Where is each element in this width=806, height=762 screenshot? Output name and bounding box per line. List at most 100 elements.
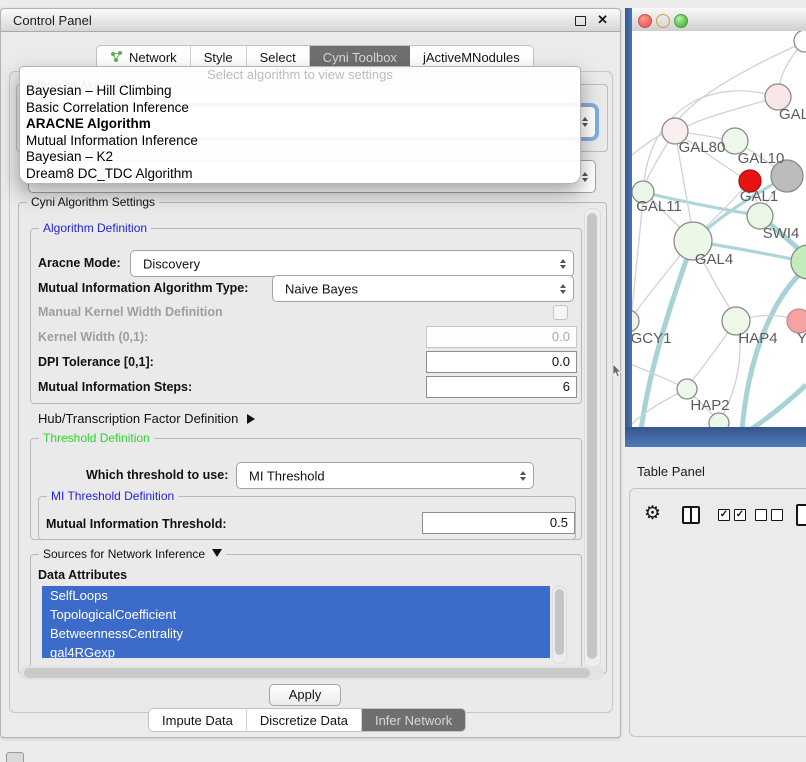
which-threshold-combobox[interactable]: MI Threshold	[236, 462, 534, 489]
combo-stepper-icon	[582, 172, 588, 182]
network-window-border	[625, 8, 632, 447]
control-panel-title: Control Panel	[13, 13, 92, 28]
minimized-window-icon[interactable]	[6, 752, 24, 762]
document-icon[interactable]	[796, 504, 806, 526]
aracne-mode-combobox[interactable]: Discovery	[130, 250, 574, 277]
attribute-item[interactable]: TopologicalCoefficient	[42, 605, 550, 624]
algorithm-option[interactable]: Bayesian – K2	[20, 149, 580, 166]
node-label: SWI4	[763, 225, 800, 242]
algorithm-option[interactable]: Mutual Information Inference	[20, 133, 580, 150]
combo-stepper-icon	[520, 471, 526, 481]
tab-network[interactable]: Network	[97, 46, 191, 68]
tab-impute-data[interactable]: Impute Data	[149, 709, 247, 731]
combo-stepper-icon	[582, 117, 588, 127]
mouse-cursor	[612, 364, 622, 378]
gear-icon[interactable]: ⚙	[644, 502, 661, 525]
tab-infer-network[interactable]: Infer Network	[362, 709, 465, 731]
tab-label: Cyni Toolbox	[323, 50, 397, 65]
tab-label: Network	[129, 50, 177, 65]
combo-stepper-icon	[560, 259, 566, 269]
algorithm-option[interactable]: Basic Correlation Inference	[20, 100, 580, 117]
apply-button[interactable]: Apply	[269, 684, 341, 706]
node-label: GAL4	[695, 251, 733, 268]
algorithm-definition-title: Algorithm Definition	[39, 221, 151, 235]
minimize-traffic-light[interactable]	[656, 14, 670, 28]
tab-label: Style	[204, 50, 233, 65]
node-label: GAL	[779, 106, 806, 123]
aracne-mode-value: Discovery	[143, 256, 200, 271]
data-attributes-list[interactable]: SelfLoopsTopologicalCoefficientBetweenne…	[42, 586, 550, 658]
mi-threshold-field[interactable]: 0.5	[422, 512, 575, 534]
tab-label: Select	[260, 50, 296, 65]
mi-type-value: Naive Bayes	[285, 281, 358, 296]
select-all-icon[interactable]: ✓✓	[718, 509, 746, 521]
zoom-traffic-light[interactable]	[674, 14, 688, 28]
mi-threshold-group-title: MI Threshold Definition	[47, 489, 178, 503]
settings-hscrollbar[interactable]	[20, 666, 603, 680]
tab-style[interactable]: Style	[191, 46, 247, 68]
expand-right-icon[interactable]	[247, 414, 255, 424]
close-traffic-light[interactable]	[638, 14, 652, 28]
network-window-titlebar[interactable]	[632, 8, 806, 32]
tab-jactivemnodules[interactable]: jActiveMNodules	[410, 46, 533, 68]
control-panel-window: Control Panel ✕ Network Style Select Cyn…	[0, 8, 621, 738]
tab-cyni-toolbox[interactable]: Cyni Toolbox	[310, 46, 410, 68]
network-node-hap2[interactable]	[677, 379, 697, 399]
control-panel-titlebar[interactable]: Control Panel ✕	[1, 9, 620, 32]
sources-title-text: Sources for Network Inference	[43, 547, 205, 561]
network-edge[interactable]	[632, 200, 643, 310]
settings-scrollbar-thumb[interactable]	[587, 213, 597, 659]
sources-group-title[interactable]: Sources for Network Inference	[39, 547, 226, 561]
settings-hscrollbar-thumb[interactable]	[24, 668, 590, 678]
attribute-item[interactable]: gal4RGexp	[42, 643, 550, 658]
float-window-icon[interactable]	[575, 16, 586, 26]
network-node-gcy1[interactable]	[632, 310, 639, 332]
network-node[interactable]	[794, 31, 806, 52]
collapse-down-icon[interactable]	[212, 549, 222, 557]
cyni-algorithm-settings-title: Cyni Algorithm Settings	[27, 195, 159, 209]
split-columns-icon[interactable]	[682, 506, 700, 524]
network-node[interactable]	[791, 245, 806, 279]
algorithm-list: Bayesian – Hill ClimbingBasic Correlatio…	[20, 83, 580, 182]
network-edge[interactable]	[742, 268, 806, 427]
deselect-all-icon[interactable]	[755, 509, 783, 521]
table-panel: ⚙ ✓✓ shared... name YDL19...YDL19...13YD…	[629, 488, 806, 737]
attribute-item[interactable]: BetweennessCentrality	[42, 624, 550, 643]
algorithm-option[interactable]: ARACNE Algorithm	[20, 116, 580, 133]
tab-label: jActiveMNodules	[423, 50, 520, 65]
network-window-border	[625, 427, 806, 447]
tab-discretize-data[interactable]: Discretize Data	[247, 709, 362, 731]
attribute-item[interactable]: SelfLoops	[42, 586, 550, 605]
hub-definition-expander[interactable]: Hub/Transcription Factor Definition	[38, 411, 255, 426]
network-edge[interactable]	[750, 385, 806, 427]
network-node[interactable]	[709, 413, 729, 427]
attributes-scrollbar-thumb[interactable]	[555, 589, 564, 655]
mi-steps-field[interactable]: 6	[426, 376, 577, 398]
manual-kernel-checkbox[interactable]	[553, 305, 568, 320]
settings-scrollbar[interactable]	[584, 208, 601, 668]
tab-label: Discretize Data	[260, 713, 348, 728]
node-label: HAP2	[690, 397, 729, 414]
dpi-tolerance-field[interactable]: 0.0	[426, 351, 577, 373]
kernel-width-label: Kernel Width (0,1):	[38, 330, 148, 344]
mi-type-label: Mutual Information Algorithm Type:	[38, 281, 248, 295]
node-label: GAL10	[738, 150, 785, 167]
network-edge[interactable]	[632, 254, 681, 321]
mi-steps-label: Mutual Information Steps:	[38, 380, 192, 394]
network-edge[interactable]	[688, 97, 778, 126]
close-icon[interactable]: ✕	[597, 12, 608, 28]
network-icon	[110, 51, 123, 63]
algorithm-dropdown-popup: Select algorithm to view settings Bayesi…	[19, 66, 581, 184]
tab-label: Infer Network	[375, 713, 452, 728]
algorithm-option[interactable]: Bayesian – Hill Climbing	[20, 83, 580, 100]
tab-select[interactable]: Select	[247, 46, 310, 68]
kernel-width-field[interactable]: 0.0	[426, 326, 577, 348]
bottom-tabbar: Impute Data Discretize Data Infer Networ…	[148, 708, 466, 732]
network-canvas[interactable]: GALGAL80GAL10GAL1GAL11SWI4GAL4GCY1HAP4YH…	[632, 31, 806, 427]
algorithm-placeholder: Select algorithm to view settings	[20, 67, 580, 83]
attributes-scrollbar[interactable]	[552, 586, 567, 664]
mi-type-combobox[interactable]: Naive Bayes	[272, 275, 574, 302]
manual-kernel-label: Manual Kernel Width Definition	[38, 305, 223, 319]
node-label: GAL1	[740, 188, 778, 205]
algorithm-option[interactable]: Dream8 DC_TDC Algorithm	[20, 166, 580, 183]
